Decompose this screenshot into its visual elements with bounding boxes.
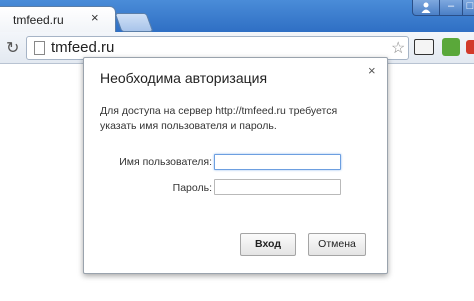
- bookmark-star-icon[interactable]: ☆: [391, 38, 405, 58]
- minimize-button[interactable]: –: [439, 0, 463, 16]
- new-tab-button[interactable]: [114, 13, 154, 32]
- close-icon[interactable]: ×: [368, 64, 376, 77]
- password-field[interactable]: [214, 179, 341, 195]
- extension-icon-red[interactable]: [466, 40, 474, 54]
- extension-icon-green[interactable]: [442, 38, 460, 56]
- title-bar: tmfeed.ru × – □: [0, 0, 474, 33]
- user-icon[interactable]: [412, 0, 440, 16]
- username-label: Имя пользователя:: [119, 156, 212, 168]
- tab-tmfeed[interactable]: tmfeed.ru ×: [0, 6, 116, 33]
- page-icon: [34, 41, 45, 55]
- cancel-button[interactable]: Отмена: [308, 233, 366, 256]
- username-field[interactable]: [214, 154, 341, 170]
- maximize-button[interactable]: □: [462, 0, 474, 16]
- reload-icon[interactable]: ↻: [6, 38, 19, 58]
- tab-close-icon[interactable]: ×: [91, 11, 99, 24]
- auth-dialog: Необходима авторизация × Для доступа на …: [83, 57, 388, 274]
- tab-title: tmfeed.ru: [13, 13, 64, 27]
- url-text: tmfeed.ru: [51, 39, 115, 56]
- extension-icon-rss[interactable]: [414, 39, 434, 55]
- dialog-title: Необходима авторизация: [100, 70, 268, 86]
- dialog-message: Для доступа на сервер http://tmfeed.ru т…: [100, 105, 338, 132]
- password-label: Пароль:: [172, 182, 212, 194]
- login-button[interactable]: Вход: [240, 233, 296, 256]
